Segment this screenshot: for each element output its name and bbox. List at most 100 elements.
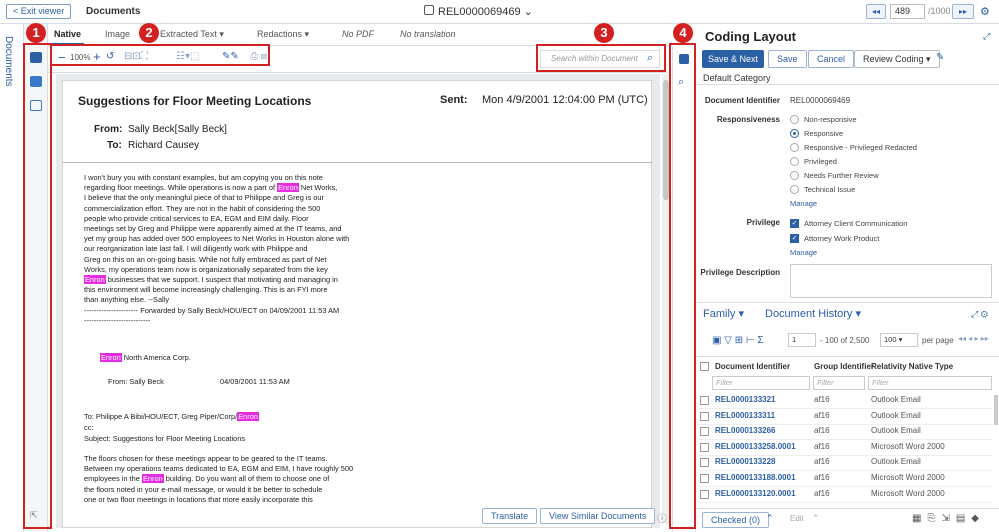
- grid-page-input[interactable]: 1: [788, 333, 816, 347]
- responsiveness-radio[interactable]: [790, 129, 799, 138]
- highlight-enron: Enron: [84, 275, 106, 284]
- tab-redactions[interactable]: Redactions ▾: [257, 29, 309, 40]
- page-number-input[interactable]: 489: [890, 4, 925, 19]
- privilege-checkbox-2[interactable]: ✓: [790, 234, 799, 243]
- col-document-identifier[interactable]: Document Identifier: [715, 362, 790, 371]
- row-document-identifier[interactable]: REL0000133188.0001: [715, 473, 796, 482]
- col-group-identifier[interactable]: Group Identifier: [814, 362, 874, 371]
- email-body-line: Between my operations teams dedicated to…: [84, 464, 354, 474]
- privilege-option-1: Attorney Client Communication: [804, 219, 908, 228]
- grid-action-icons[interactable]: ▦⎘⇲▤◆: [912, 513, 985, 524]
- privilege-checkbox-1[interactable]: ✓: [790, 219, 799, 228]
- tab-no-translation[interactable]: No translation: [400, 29, 456, 39]
- grid-header-top: [697, 356, 999, 357]
- email-body-line: Works, my operations team now is organiz…: [84, 264, 328, 274]
- select-all-checkbox[interactable]: [700, 362, 709, 371]
- email-body-line: The floors chosen for these meetings app…: [84, 454, 328, 463]
- row-checkbox[interactable]: [700, 411, 709, 421]
- tab-no-pdf[interactable]: No PDF: [342, 29, 374, 39]
- filter-group-identifier[interactable]: Filter: [813, 376, 865, 390]
- callout-box-1: [23, 43, 52, 529]
- col-native-type[interactable]: Relativity Native Type: [871, 362, 953, 371]
- row-native-type: Microsoft Word 2000: [871, 488, 945, 498]
- email-body-line: regarding floor meetings. While operatio…: [84, 183, 338, 193]
- responsiveness-radio[interactable]: [790, 171, 799, 180]
- grid-tools-icons[interactable]: ▣ ▽ ⊞ ⊢ Σ: [712, 335, 764, 346]
- manage-responsiveness-link[interactable]: Manage: [790, 199, 817, 208]
- fwd-to: To: Philippe A Bibi/HOU/ECT, Greg Piper/…: [84, 412, 238, 421]
- row-divider: [697, 439, 993, 441]
- default-category: Default Category: [703, 73, 771, 83]
- responsiveness-option-label: Responsive: [804, 129, 844, 138]
- edit-chevron-icon[interactable]: ⌃: [812, 513, 820, 524]
- expand-icon[interactable]: ⤢: [983, 31, 990, 42]
- info-icon[interactable]: ⓘ: [657, 510, 667, 525]
- responsiveness-radio[interactable]: [790, 185, 799, 194]
- header-divider: [62, 162, 652, 163]
- fwd-subject: Subject: Suggestions for Floor Meeting L…: [84, 434, 246, 443]
- per-page-select[interactable]: 100 ▾: [880, 333, 918, 347]
- row-document-identifier[interactable]: REL0000133266: [715, 426, 776, 435]
- row-document-identifier[interactable]: REL0000133258.0001: [715, 442, 796, 451]
- row-checkbox[interactable]: [700, 458, 709, 468]
- translate-button[interactable]: Translate: [482, 508, 538, 524]
- email-body-line: ---------------------- Forwarded by Sall…: [84, 305, 340, 315]
- row-checkbox[interactable]: [700, 442, 709, 452]
- email-body-line: ---------------------------: [84, 315, 151, 325]
- callout-2: 2: [139, 23, 159, 43]
- tab-image[interactable]: Image: [105, 29, 130, 39]
- from-value: Sally Beck[Sally Beck]: [128, 124, 227, 135]
- email-body-line: the floors noted in your e-mail message,…: [84, 484, 323, 494]
- row-group-identifier: af16: [814, 395, 830, 404]
- row-checkbox[interactable]: [700, 427, 709, 437]
- row-checkbox[interactable]: [700, 474, 709, 483]
- cancel-button[interactable]: Cancel: [808, 50, 855, 68]
- row-document-identifier[interactable]: REL0000133321: [715, 395, 776, 404]
- fwd-company-line: Enron North America Corp.: [100, 353, 191, 362]
- email-subject: Suggestions for Floor Meeting Locations: [78, 94, 312, 108]
- prev-page-icon[interactable]: ◂◂: [866, 4, 886, 19]
- row-checkbox[interactable]: [700, 396, 709, 405]
- row-document-identifier[interactable]: REL0000133120.0001: [715, 489, 796, 498]
- from-label: From:: [94, 124, 123, 135]
- privilege-description-field[interactable]: [790, 264, 992, 298]
- document-history-dropdown[interactable]: Document History ▾: [765, 307, 861, 320]
- tab-native[interactable]: Native: [54, 29, 81, 39]
- family-dropdown[interactable]: Family ▾: [703, 307, 744, 320]
- documents-pane-label[interactable]: Documents: [3, 36, 14, 87]
- next-page-icon[interactable]: ▸▸: [952, 4, 974, 19]
- filter-document-identifier[interactable]: Filter: [712, 376, 810, 390]
- document-id-dropdown[interactable]: REL0000069469 ⌄: [438, 5, 533, 18]
- grid-scroll-thumb[interactable]: [994, 395, 998, 425]
- save-next-button[interactable]: Save & Next: [702, 50, 765, 68]
- responsiveness-radio[interactable]: [790, 115, 799, 124]
- manage-privilege-link[interactable]: Manage: [790, 248, 817, 257]
- row-document-identifier[interactable]: REL0000133311: [715, 411, 775, 420]
- email-body-line: Enron businesses that we support. I susp…: [84, 275, 338, 284]
- view-similar-documents-button[interactable]: View Similar Documents: [540, 508, 656, 524]
- save-button[interactable]: Save: [768, 50, 807, 68]
- tab-extracted-text[interactable]: Extracted Text ▾: [160, 29, 224, 40]
- email-body-line: meetings set by Greg and Philippe were a…: [84, 224, 342, 233]
- edit-button[interactable]: Edit: [790, 514, 804, 523]
- responsiveness-radio[interactable]: [790, 143, 799, 152]
- pop-out-icon[interactable]: ⤢ ⚙: [971, 309, 988, 320]
- row-group-identifier: af16: [814, 410, 830, 420]
- callout-3: 3: [594, 23, 614, 43]
- left-rail: [0, 24, 24, 532]
- exit-viewer-button[interactable]: < Exit viewer: [6, 4, 72, 19]
- filter-native-type[interactable]: Filter: [868, 376, 992, 390]
- edit-pencil-icon[interactable]: ✎: [936, 52, 944, 63]
- row-document-identifier[interactable]: REL0000133228: [715, 457, 776, 466]
- responsiveness-radio[interactable]: [790, 157, 799, 166]
- review-coding-select[interactable]: Review Coding ▾: [854, 50, 940, 68]
- checked-chevron-icon[interactable]: ⌃: [766, 513, 774, 524]
- panel-divider: [697, 302, 999, 303]
- email-body-line: people who provide critical services to …: [84, 213, 309, 223]
- row-checkbox[interactable]: [700, 489, 709, 499]
- grid-pager-icons[interactable]: ◂◂ ◂ ▸ ▸▸: [958, 334, 989, 343]
- settings-icon[interactable]: ⚙: [980, 5, 990, 18]
- callout-1: 1: [26, 23, 46, 43]
- checked-button[interactable]: Checked (0): [702, 512, 770, 528]
- email-body-line: this environment will become increasingl…: [84, 285, 328, 295]
